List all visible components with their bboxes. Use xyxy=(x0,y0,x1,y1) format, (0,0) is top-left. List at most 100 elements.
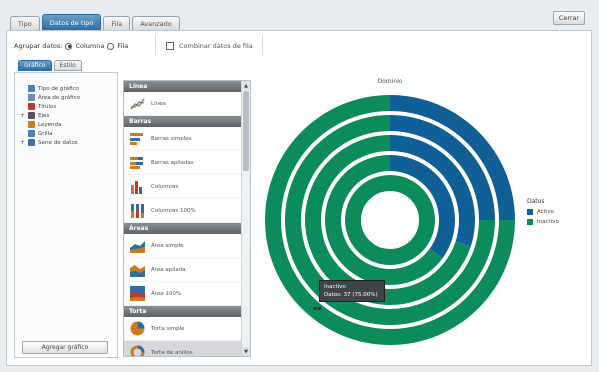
tab-avanzado[interactable]: Avanzado xyxy=(132,16,180,30)
ring-0-slice-activo[interactable] xyxy=(390,95,515,220)
tab-grafico[interactable]: Gráfico xyxy=(18,60,52,71)
combine-rows-label: Combinar datos de fila xyxy=(179,42,253,50)
series-icon xyxy=(28,139,35,146)
chart-type-option[interactable]: Columnas xyxy=(124,175,242,199)
sub-tab-bar: Gráfico Estilo xyxy=(18,60,82,71)
legend-title: Datos xyxy=(527,198,545,205)
chart-type-icon xyxy=(28,85,35,92)
bar-simple-icon xyxy=(130,131,145,146)
chart-area-icon xyxy=(28,94,35,101)
expander-icon[interactable]: + xyxy=(20,112,25,119)
group-data-options: Agrupar datos: Columna Fila xyxy=(14,40,128,52)
tree-item-label: Área de gráfico xyxy=(38,94,81,101)
chart-type-label: Línea xyxy=(151,100,166,107)
tab-fila[interactable]: Fila xyxy=(103,16,131,30)
tooltip-value: Datos: 37 (75.00%) xyxy=(324,292,378,298)
chart-legend: Datos Activo Inactivo xyxy=(527,198,559,229)
tooltip-series: Inactivo xyxy=(324,284,346,290)
donut-chart xyxy=(265,95,515,345)
top-tab-bar: Tipo Datos de tipo Fila Avanzado xyxy=(10,12,182,30)
chart-preview: Dominio Datos Activo Inactivo Inactivo D… xyxy=(255,70,588,360)
tree-item[interactable]: Títulos xyxy=(20,102,56,111)
chart-type-option[interactable]: Torta de anillos xyxy=(124,341,242,356)
legend-swatch-activo xyxy=(527,209,533,215)
chart-type-label: Área apilada xyxy=(151,266,186,273)
tree-item[interactable]: Leyenda xyxy=(20,120,61,129)
gallery-scrollbar[interactable]: ▲ ▼ xyxy=(241,81,250,356)
donut-icon xyxy=(130,345,145,356)
chart-type-label: Área simple xyxy=(151,242,184,249)
chart-type-label: Área 100% xyxy=(151,290,182,297)
tree-item[interactable]: Tipo de gráfico xyxy=(20,84,79,93)
chart-type-option[interactable]: Torta simple xyxy=(124,317,242,341)
columns-radio-label: Columna xyxy=(75,42,105,50)
chart-tooltip: Inactivo Datos: 37 (75.00%) xyxy=(319,280,385,302)
legend-item-inactivo: Inactivo xyxy=(527,219,559,225)
tree-item[interactable]: Grilla xyxy=(20,129,52,138)
chart-type-option[interactable]: Línea xyxy=(124,92,242,116)
combine-rows-checkbox[interactable] xyxy=(166,42,174,50)
add-chart-button[interactable]: Agregar gráfico xyxy=(22,341,108,354)
legend-item-activo: Activo xyxy=(527,209,559,215)
tree-item-label: Grilla xyxy=(38,130,53,137)
tree-item[interactable]: + Ejes xyxy=(20,111,49,120)
legend-label-activo: Activo xyxy=(537,209,554,215)
columns-radio[interactable] xyxy=(65,42,73,50)
line-icon xyxy=(130,96,145,111)
grid-icon xyxy=(28,130,35,137)
rows-radio[interactable] xyxy=(107,42,115,50)
rows-radio-label: Fila xyxy=(117,42,129,50)
ring-4-slice-inactivo[interactable] xyxy=(345,175,435,265)
tree-item-label: Ejes xyxy=(38,112,50,119)
chart-type-option[interactable]: Barras simples xyxy=(124,127,242,151)
tab-datos-de-tipo[interactable]: Datos de tipo xyxy=(41,14,102,30)
divider xyxy=(155,35,156,55)
area-simple-icon xyxy=(130,238,145,253)
chart-type-option[interactable]: Barras apiladas xyxy=(124,151,242,175)
scroll-up-icon[interactable]: ▲ xyxy=(242,81,250,90)
legend-swatch-inactivo xyxy=(527,219,533,225)
chart-type-label: Barras apiladas xyxy=(151,159,194,166)
divider xyxy=(262,35,263,55)
tree-item-label: Leyenda xyxy=(38,121,62,128)
chart-type-label: Torta de anillos xyxy=(151,349,193,356)
close-button[interactable]: Cerrar xyxy=(553,11,585,25)
chart-type-gallery: Línea Línea Barras Barras simples Barras api… xyxy=(123,80,251,357)
legend-icon xyxy=(28,121,35,128)
tree-item-label: Serie de datos xyxy=(38,139,78,146)
tab-estilo[interactable]: Estilo xyxy=(53,60,82,71)
chart-type-option[interactable]: Columnas 100% xyxy=(124,199,242,223)
gallery-section-header: Áreas xyxy=(124,223,242,234)
column-100-icon xyxy=(130,203,145,218)
bar-stacked-icon xyxy=(130,155,145,170)
chart-type-label: Columnas 100% xyxy=(151,207,196,214)
group-data-label: Agrupar datos: xyxy=(14,42,63,50)
gallery-section-header: Línea xyxy=(124,81,242,92)
chart-type-option[interactable]: Área 100% xyxy=(124,282,242,306)
pie-icon xyxy=(130,321,145,336)
chart-type-label: Barras simples xyxy=(151,135,192,142)
gallery-list: Línea Línea Barras Barras simples Barras api… xyxy=(124,81,242,356)
chart-type-label: Torta simple xyxy=(151,325,185,332)
gallery-section-header: Torta xyxy=(124,306,242,317)
area-100-icon xyxy=(130,286,145,301)
axis-icon xyxy=(28,112,35,119)
tree-item[interactable]: + Serie de datos xyxy=(20,138,78,147)
chart-type-option[interactable]: Área apilada xyxy=(124,258,242,282)
tree-item-label: Tipo de gráfico xyxy=(38,85,79,92)
titles-icon xyxy=(28,103,35,110)
chart-type-label: Columnas xyxy=(151,183,179,190)
tooltip-pin-icon: ▪▪ xyxy=(313,305,322,312)
combine-rows-option: Combinar datos de fila xyxy=(166,40,253,52)
tree-item[interactable]: Área de gráfico xyxy=(20,93,80,102)
chart-type-option[interactable]: Área simple xyxy=(124,234,242,258)
tree-item-label: Títulos xyxy=(38,103,57,110)
legend-label-inactivo: Inactivo xyxy=(537,219,559,225)
expander-icon[interactable]: + xyxy=(20,139,25,146)
scroll-down-icon[interactable]: ▼ xyxy=(242,347,250,356)
tab-tipo[interactable]: Tipo xyxy=(10,16,40,30)
column-icon xyxy=(130,179,145,194)
scroll-thumb[interactable] xyxy=(243,91,249,171)
gallery-section-header: Barras xyxy=(124,116,242,127)
area-stacked-icon xyxy=(130,262,145,277)
